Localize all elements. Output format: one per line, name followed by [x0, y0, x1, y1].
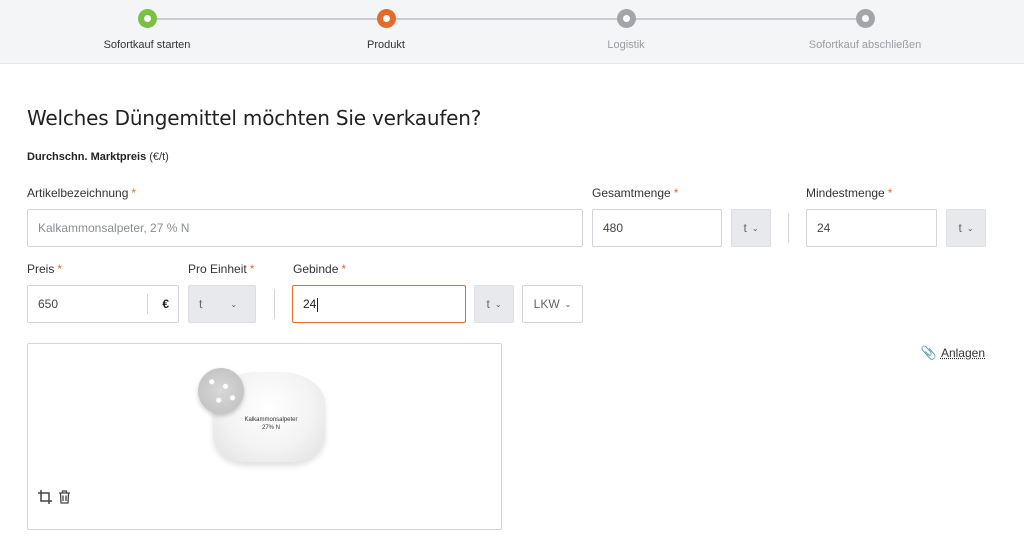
trash-icon[interactable] — [58, 490, 71, 507]
step-inactive-dot-icon — [616, 9, 636, 28]
preis-label: Preis * — [27, 262, 62, 276]
preis-label-text: Preis — [27, 262, 55, 276]
gebinde-label: Gebinde * — [293, 262, 346, 276]
gesamtmenge-unit-value: t — [743, 221, 747, 235]
gebinde-input[interactable]: 24 — [292, 285, 466, 323]
gebinde-type-select[interactable]: LKW ⌄ — [522, 285, 583, 323]
required-mark: * — [131, 186, 137, 200]
step-inactive-dot-icon — [855, 9, 875, 28]
step-label: Sofortkauf abschließen — [808, 39, 922, 51]
divider — [788, 213, 789, 243]
required-mark: * — [249, 262, 255, 276]
step-sofortkauf-abschliessen: Sofortkauf abschließen — [765, 9, 965, 51]
required-mark: * — [341, 262, 347, 276]
step-label: Produkt — [367, 39, 405, 51]
gebinde-value: 24 — [303, 297, 317, 311]
step-logistik: Logistik — [526, 9, 726, 51]
chevron-down-icon: ⌄ — [494, 299, 502, 309]
page-title: Welches Düngemittel möchten Sie verkaufe… — [27, 106, 482, 130]
gesamtmenge-label-text: Gesamtmenge — [592, 186, 671, 200]
granule-pile-image — [198, 368, 244, 414]
pro-einheit-label-text: Pro Einheit — [188, 262, 247, 276]
bag-label-line1: Kalkammonsalpeter — [244, 417, 298, 423]
step-label: Sofortkauf starten — [103, 39, 191, 51]
gesamtmenge-unit-select[interactable]: t ⌄ — [731, 209, 771, 247]
preis-input[interactable]: 650 € — [27, 285, 179, 323]
step-label: Logistik — [607, 39, 645, 51]
mindestmenge-unit-value: t — [958, 221, 962, 235]
stepper-line — [147, 18, 865, 20]
pro-einheit-label: Pro Einheit * — [188, 262, 254, 276]
step-active-dot-icon — [376, 9, 396, 28]
chevron-down-icon: ⌄ — [564, 299, 572, 309]
required-mark: * — [887, 186, 893, 200]
artikel-label-text: Artikelbezeichnung — [27, 186, 129, 200]
product-image: Kalkammonsalpeter 27% N — [198, 368, 328, 468]
required-mark: * — [673, 186, 679, 200]
paperclip-icon: 📎 — [920, 345, 937, 360]
euro-icon: € — [162, 297, 169, 311]
progress-stepper: Sofortkauf starten Produkt Logistik Sofo… — [0, 0, 1024, 64]
market-price-info: Durchschn. Marktpreis (€/t) — [27, 151, 169, 163]
divider — [274, 289, 275, 319]
currency-separator — [147, 294, 148, 314]
mindestmenge-label: Mindestmenge * — [806, 186, 892, 200]
chevron-down-icon: ⌄ — [751, 223, 759, 233]
artikel-input[interactable]: Kalkammonsalpeter, 27 % N — [27, 209, 583, 247]
gesamtmenge-input[interactable]: 480 — [592, 209, 722, 247]
mindestmenge-input[interactable]: 24 — [806, 209, 937, 247]
artikel-label: Artikelbezeichnung * — [27, 186, 136, 200]
gebinde-label-text: Gebinde — [293, 262, 339, 276]
gebinde-type-value: LKW — [533, 297, 560, 311]
bag-label-line2: 27% N — [261, 425, 280, 431]
crop-icon[interactable] — [38, 490, 52, 507]
required-mark: * — [57, 262, 63, 276]
text-caret — [317, 297, 319, 312]
chevron-down-icon: ⌄ — [966, 223, 974, 233]
gebinde-unit-select[interactable]: t ⌄ — [474, 285, 514, 323]
pro-einheit-value: t — [199, 297, 203, 311]
market-price-unit: (€/t) — [149, 151, 169, 163]
preis-value: 650 — [38, 297, 59, 311]
pro-einheit-select[interactable]: t ⌄ — [188, 285, 256, 323]
mindestmenge-label-text: Mindestmenge — [806, 186, 885, 200]
product-image-panel: Kalkammonsalpeter 27% N — [27, 343, 502, 530]
gebinde-unit-value: t — [486, 297, 490, 311]
step-done-dot-icon — [137, 9, 157, 28]
attachments-link[interactable]: 📎 Anlagen — [921, 345, 985, 361]
chevron-down-icon: ⌄ — [230, 299, 238, 309]
bag-label: Kalkammonsalpeter 27% N — [231, 416, 311, 432]
mindestmenge-unit-select[interactable]: t ⌄ — [946, 209, 986, 247]
attachments-label: Anlagen — [940, 346, 985, 360]
step-sofortkauf-starten[interactable]: Sofortkauf starten — [47, 9, 247, 51]
step-produkt[interactable]: Produkt — [286, 9, 486, 51]
gesamtmenge-label: Gesamtmenge * — [592, 186, 678, 200]
market-price-label: Durchschn. Marktpreis — [27, 151, 147, 163]
